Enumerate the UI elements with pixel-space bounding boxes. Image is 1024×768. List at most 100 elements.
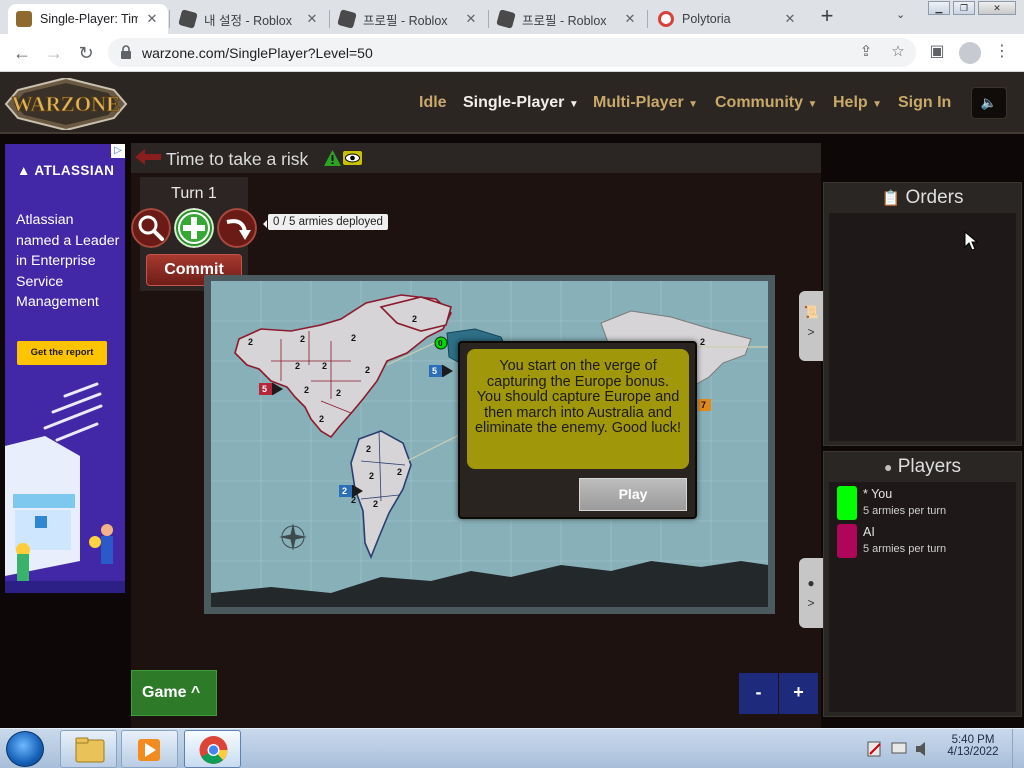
tab-search-chevron-icon[interactable]: ⌄ [896,8,905,21]
tab-separator [488,10,489,28]
ad-illustration [5,382,125,593]
folder-icon [75,737,105,763]
browser-toolbar: ← → ↻ warzone.com/SinglePlayer?Level=50 … [0,34,1024,72]
close-tab-icon[interactable]: ✕ [463,11,479,27]
army-count: 2 [373,499,378,509]
forward-arrow-icon[interactable]: → [42,41,66,65]
nav-sign-in[interactable]: Sign In [898,94,951,112]
ad-cta-button[interactable]: Get the report [17,341,107,365]
page-content: ▷ ▲ ATLASSIAN Atlassian named a Leader i… [0,134,1024,728]
adchoices-icon[interactable]: ▷ [111,144,125,158]
nav-label: Community [715,94,803,111]
windows-start-icon[interactable] [6,731,44,767]
warning-icon[interactable] [324,150,341,166]
close-tab-icon[interactable]: ✕ [304,11,320,27]
scroll-icon: 📜 [803,305,819,319]
warzone-logo[interactable]: WARZONE [4,78,128,130]
deploy-plus-icon[interactable] [174,208,214,248]
close-tab-icon[interactable]: ✕ [144,11,160,27]
tutorial-message: You start on the verge of capturing the … [467,349,689,469]
army-count: 2 [700,337,705,347]
chrome-taskbar-button[interactable] [184,730,241,768]
nav-single-player[interactable]: Single-Player ▼ [463,94,579,112]
browser-tab-roblox-profile-2[interactable]: 프로필 - Roblox ✕ [490,4,646,34]
nav-label: Single-Player [463,94,565,111]
nav-community[interactable]: Community ▼ [715,94,817,112]
orders-panel: 📋 Orders [823,182,1022,446]
back-arrow-icon[interactable]: ← [10,41,34,65]
territory-count: 0 [438,339,443,348]
chrome-icon [199,736,228,764]
browser-tab-singleplayer[interactable]: Single-Player: Time to take a risk ✕ [8,4,168,34]
army-count: 2 [300,334,305,344]
player-head-icon: ● [883,459,893,475]
show-desktop-button[interactable] [1012,729,1024,768]
game-title: Time to take a risk [166,149,309,169]
orders-toggle-tab[interactable]: 📜 > [799,291,823,361]
magnifier-icon[interactable] [131,208,171,248]
tab-title: 내 설정 - Roblox [204,13,292,28]
game-button-label: Game [142,684,187,701]
players-header: ● Players [824,452,1021,482]
kebab-menu-icon[interactable]: ⋮ [992,42,1012,62]
army-count: 2 [351,333,356,343]
player-color-swatch [837,486,857,520]
bonus-value: 5 [262,384,267,394]
browser-tab-roblox-settings[interactable]: 내 설정 - Roblox ✕ [172,4,328,34]
browser-tab-polytoria[interactable]: Polytoria ✕ [650,4,806,34]
nav-multi-player[interactable]: Multi-Player ▼ [593,94,698,112]
back-arrow-icon[interactable] [135,148,161,166]
minimize-window-button[interactable]: ▁ [928,1,950,15]
advertisement[interactable]: ▷ ▲ ATLASSIAN Atlassian named a Leader i… [5,144,125,593]
browser-tab-bar: Single-Player: Time to take a risk ✕ 내 설… [0,0,1024,34]
zoom-in-button[interactable]: + [779,673,818,714]
profile-avatar-icon[interactable] [959,42,981,64]
army-count: 2 [322,361,327,371]
lock-icon [121,45,131,59]
player-income: 5 armies per turn [863,543,947,555]
game-area: Time to take a risk Turn 1 Commit 0 / 5 … [131,143,823,728]
attack-arrow-icon[interactable] [217,208,257,248]
expand-arrow-icon: > [807,596,815,610]
turn-label: Turn 1 [171,185,217,202]
share-icon[interactable]: ⇪ [857,43,875,61]
media-player-taskbar-button[interactable] [121,730,178,768]
army-count: 2 [248,337,253,347]
nav-help[interactable]: Help ▼ [833,94,882,112]
game-menu-button[interactable]: Game ^ [131,670,217,716]
chevron-up-icon: ^ [190,684,201,701]
zoom-out-button[interactable]: - [739,673,778,714]
system-tray[interactable] [864,737,934,761]
bonus-value: 2 [342,486,347,496]
speaker-icon[interactable]: 🔈 [971,87,1007,119]
reload-icon[interactable]: ↻ [74,41,98,65]
play-button[interactable]: Play [579,478,687,511]
restore-window-button[interactable]: ❐ [953,1,975,15]
file-explorer-taskbar-button[interactable] [60,730,117,768]
close-tab-icon[interactable]: ✕ [782,11,798,27]
close-tab-icon[interactable]: ✕ [622,11,638,27]
caret-down-icon: ▼ [807,99,818,110]
clock-date: 4/13/2022 [947,746,999,758]
army-count: 2 [412,314,417,324]
player-name: AI [863,525,875,539]
tab-title: Single-Player: Time to take a risk [40,12,138,26]
side-panel-icon[interactable]: ▣ [927,42,947,62]
new-tab-button[interactable]: + [817,5,837,29]
warzone-favicon-icon [16,11,32,27]
browser-tab-roblox-profile-1[interactable]: 프로필 - Roblox ✕ [331,4,487,34]
player-color-swatch [837,524,857,558]
army-count: 2 [295,361,300,371]
tab-separator [329,10,330,28]
taskbar-clock[interactable]: 5:40 PM 4/13/2022 [936,734,1010,758]
bookmark-star-icon[interactable]: ☆ [889,43,907,61]
nav-idle[interactable]: Idle [419,94,447,112]
url-text[interactable]: warzone.com/SinglePlayer?Level=50 [142,45,373,61]
eye-icon[interactable] [343,151,362,165]
caret-down-icon: ▼ [872,99,883,110]
address-bar[interactable]: warzone.com/SinglePlayer?Level=50 ⇪ ☆ [108,38,916,67]
tutorial-dialog: You start on the verge of capturing the … [458,341,697,519]
players-toggle-tab[interactable]: ● > [799,558,823,628]
close-window-button[interactable]: ✕ [978,1,1016,15]
tab-title: 프로필 - Roblox [363,13,448,28]
